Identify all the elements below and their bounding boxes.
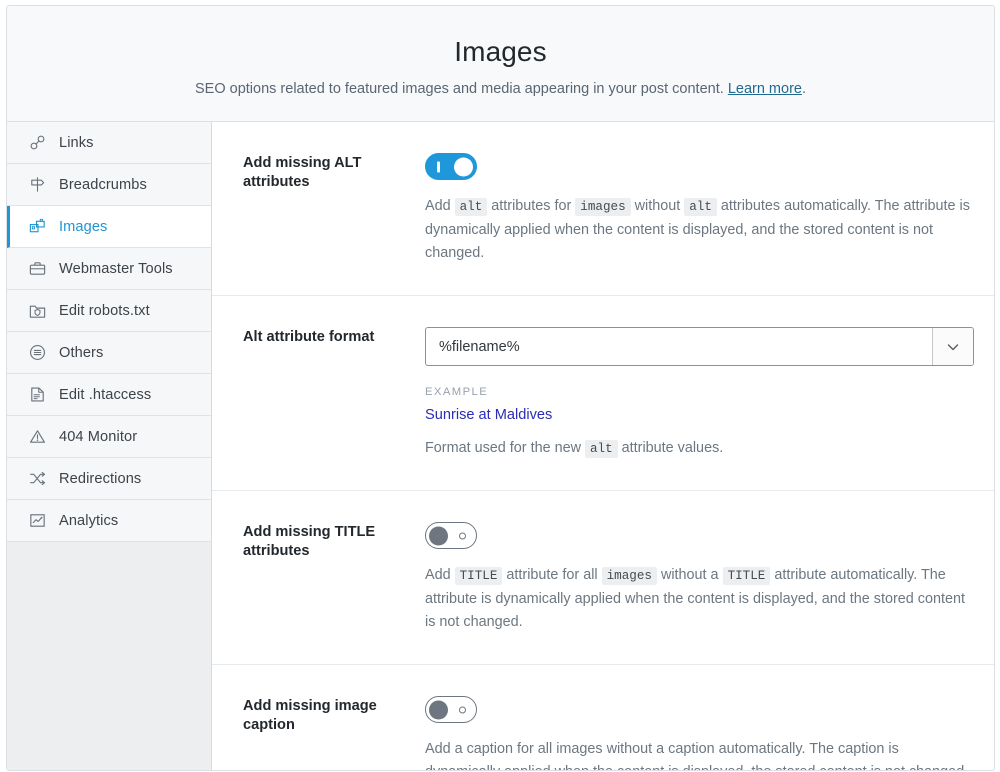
image-caption-help: Add a caption for all images without a c… — [425, 738, 970, 770]
alt-attributes-label: Add missing ALT attributes — [243, 153, 425, 265]
document-icon — [27, 385, 47, 405]
panel-frame: Images SEO options related to featured i… — [6, 5, 995, 771]
alt-format-selected-value: %filename% — [426, 328, 932, 365]
sidebar-item-404-monitor[interactable]: 404 Monitor — [7, 416, 211, 458]
setting-row-image-caption: Add missing image caption Add a caption … — [212, 665, 994, 770]
inline-code-token: TITLE — [455, 567, 503, 585]
setting-row-title-attributes: Add missing TITLE attributes Add TITLE a… — [212, 491, 994, 665]
setting-row-alt-format: Alt attribute format %filename% Example … — [212, 296, 994, 491]
alt-format-label: Alt attribute format — [243, 327, 425, 460]
toggle-off-mark — [459, 706, 466, 713]
title-attributes-label: Add missing TITLE attributes — [243, 522, 425, 634]
warning-triangle-icon — [27, 427, 47, 447]
page-subtitle-text: SEO options related to featured images a… — [195, 81, 728, 97]
page-body: Links Breadcrumbs Images Webmaster Tools Edi… — [7, 122, 994, 770]
alt-format-note: Format used for the new alt attribute va… — [425, 437, 974, 460]
title-attributes-toggle[interactable] — [425, 522, 477, 549]
image-caption-field: Add a caption for all images without a c… — [425, 696, 972, 770]
learn-more-link[interactable]: Learn more — [728, 81, 802, 97]
inline-code-token: images — [602, 567, 657, 585]
toggle-knob — [429, 526, 448, 545]
chain-link-icon — [27, 133, 47, 153]
alt-attributes-help: Add alt attributes for images without al… — [425, 195, 970, 265]
briefcase-icon — [27, 259, 47, 279]
page-header: Images SEO options related to featured i… — [7, 6, 994, 122]
sidebar-item-label: Links — [59, 135, 94, 151]
folder-shield-icon — [27, 301, 47, 321]
sidebar-item-label: 404 Monitor — [59, 429, 137, 445]
inline-code-token: alt — [585, 440, 618, 458]
sidebar-item-label: Webmaster Tools — [59, 261, 173, 277]
chevron-down-icon[interactable] — [932, 328, 973, 365]
sidebar-item-label: Redirections — [59, 471, 141, 487]
toggle-off-mark — [459, 532, 466, 539]
page-subtitle-period: . — [802, 81, 806, 97]
alt-format-select[interactable]: %filename% — [425, 327, 974, 366]
sidebar-item-analytics[interactable]: Analytics — [7, 500, 211, 542]
sidebar-item-webmaster-tools[interactable]: Webmaster Tools — [7, 248, 211, 290]
sidebar-filler — [7, 542, 211, 771]
image-caption-toggle[interactable] — [425, 696, 477, 723]
sidebar-item-label: Images — [59, 219, 107, 235]
inline-code-token: TITLE — [723, 567, 771, 585]
inline-code-token: images — [575, 198, 630, 216]
circle-list-icon — [27, 343, 47, 363]
sidebar-item-label: Edit .htaccess — [59, 387, 151, 403]
example-value: Sunrise at Maldives — [425, 407, 974, 423]
alt-attributes-field: Add alt attributes for images without al… — [425, 153, 972, 265]
sidebar-item-redirections[interactable]: Redirections — [7, 458, 211, 500]
sidebar-item-edit-robots-txt[interactable]: Edit robots.txt — [7, 290, 211, 332]
sidebar-item-label: Edit robots.txt — [59, 303, 150, 319]
title-attributes-help: Add TITLE attribute for all images witho… — [425, 564, 970, 634]
page-title: Images — [7, 34, 994, 70]
settings-content: Add missing ALT attributes Add alt attri… — [212, 122, 994, 770]
setting-row-alt-attributes: Add missing ALT attributes Add alt attri… — [212, 122, 994, 296]
sidebar-item-images[interactable]: Images — [7, 206, 211, 248]
inline-code-token: alt — [684, 198, 717, 216]
example-label: Example — [425, 386, 974, 398]
sidebar-item-others[interactable]: Others — [7, 332, 211, 374]
sidebar-nav: Links Breadcrumbs Images Webmaster Tools Edi… — [7, 122, 212, 770]
toggle-on-mark — [437, 161, 440, 172]
chart-box-icon — [27, 511, 47, 531]
page-subtitle: SEO options related to featured images a… — [7, 79, 994, 99]
alt-format-field: %filename% Example Sunrise at Maldives F… — [425, 327, 974, 460]
sidebar-item-label: Others — [59, 345, 103, 361]
sidebar-item-label: Analytics — [59, 513, 118, 529]
inline-code-token: alt — [455, 198, 488, 216]
sidebar-item-edit-htaccess[interactable]: Edit .htaccess — [7, 374, 211, 416]
sidebar-item-links[interactable]: Links — [7, 122, 211, 164]
images-icon — [27, 217, 47, 237]
toggle-knob — [429, 700, 448, 719]
images-settings-screen: Images SEO options related to featured i… — [0, 0, 1000, 772]
sidebar-item-list: Links Breadcrumbs Images Webmaster Tools Edi… — [7, 122, 211, 542]
signpost-icon — [27, 175, 47, 195]
toggle-knob — [454, 157, 473, 176]
alt-attributes-toggle[interactable] — [425, 153, 477, 180]
sidebar-item-label: Breadcrumbs — [59, 177, 147, 193]
image-caption-label: Add missing image caption — [243, 696, 425, 770]
shuffle-icon — [27, 469, 47, 489]
sidebar-item-breadcrumbs[interactable]: Breadcrumbs — [7, 164, 211, 206]
title-attributes-field: Add TITLE attribute for all images witho… — [425, 522, 972, 634]
